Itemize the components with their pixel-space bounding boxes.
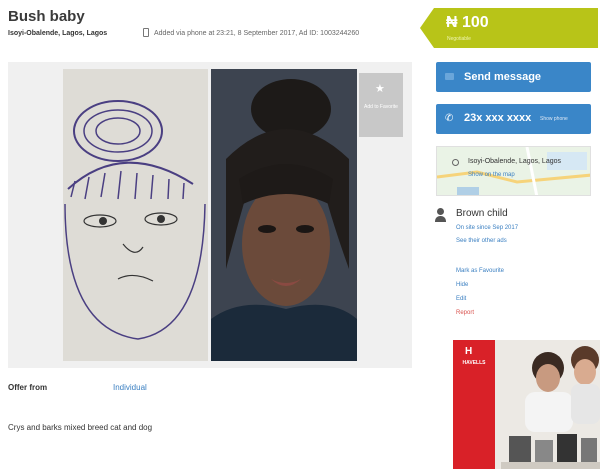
seller-name[interactable]: Brown child bbox=[456, 208, 508, 219]
price-note: Negotiable bbox=[447, 36, 471, 42]
phone-number-masked: 23x xxx xxxx bbox=[464, 112, 532, 124]
brand-logo-icon: H bbox=[465, 346, 473, 357]
show-phone-link[interactable]: Show phone bbox=[540, 116, 568, 122]
ad-description: Crys and barks mixed breed cat and dog bbox=[8, 423, 153, 432]
user-icon-body bbox=[435, 216, 446, 222]
map-preview[interactable] bbox=[436, 146, 591, 196]
gallery-image-photo[interactable] bbox=[211, 69, 357, 361]
seller-since: On site since Sep 2017 bbox=[456, 225, 519, 231]
add-to-favorite-label: Add to Favorite bbox=[364, 104, 398, 110]
star-icon: ★ bbox=[375, 83, 385, 95]
phone-icon bbox=[143, 28, 149, 37]
gallery-image-drawing[interactable] bbox=[63, 69, 208, 361]
message-icon bbox=[445, 73, 454, 80]
offer-from-label: Offer from bbox=[8, 383, 48, 392]
edit-link[interactable]: Edit bbox=[456, 296, 466, 302]
send-message-label: Send message bbox=[464, 71, 542, 83]
hide-link[interactable]: Hide bbox=[456, 282, 468, 288]
seller-other-ads-link[interactable]: See their other ads bbox=[456, 238, 507, 244]
ad-location: Isoyi-Obalende, Lagos, Lagos bbox=[8, 30, 108, 37]
offer-from-value[interactable]: Individual bbox=[113, 383, 147, 392]
location-pin-icon bbox=[452, 159, 459, 166]
ad-brand-name: HAVELLS bbox=[462, 360, 486, 366]
phone-handset-icon: ✆ bbox=[445, 113, 454, 124]
mark-favourite-link[interactable]: Mark as Favourite bbox=[456, 268, 504, 274]
price-value: ₦ 100 bbox=[446, 14, 489, 31]
report-link[interactable]: Report bbox=[456, 310, 474, 316]
ad-meta: Added via phone at 23:21, 8 September 20… bbox=[154, 30, 360, 37]
ad-title: Bush baby bbox=[8, 8, 85, 25]
map-location-text: Isoyi-Obalende, Lagos, Lagos bbox=[468, 158, 562, 165]
user-icon bbox=[437, 208, 444, 215]
show-on-map-link[interactable]: Show on the map bbox=[468, 172, 515, 178]
